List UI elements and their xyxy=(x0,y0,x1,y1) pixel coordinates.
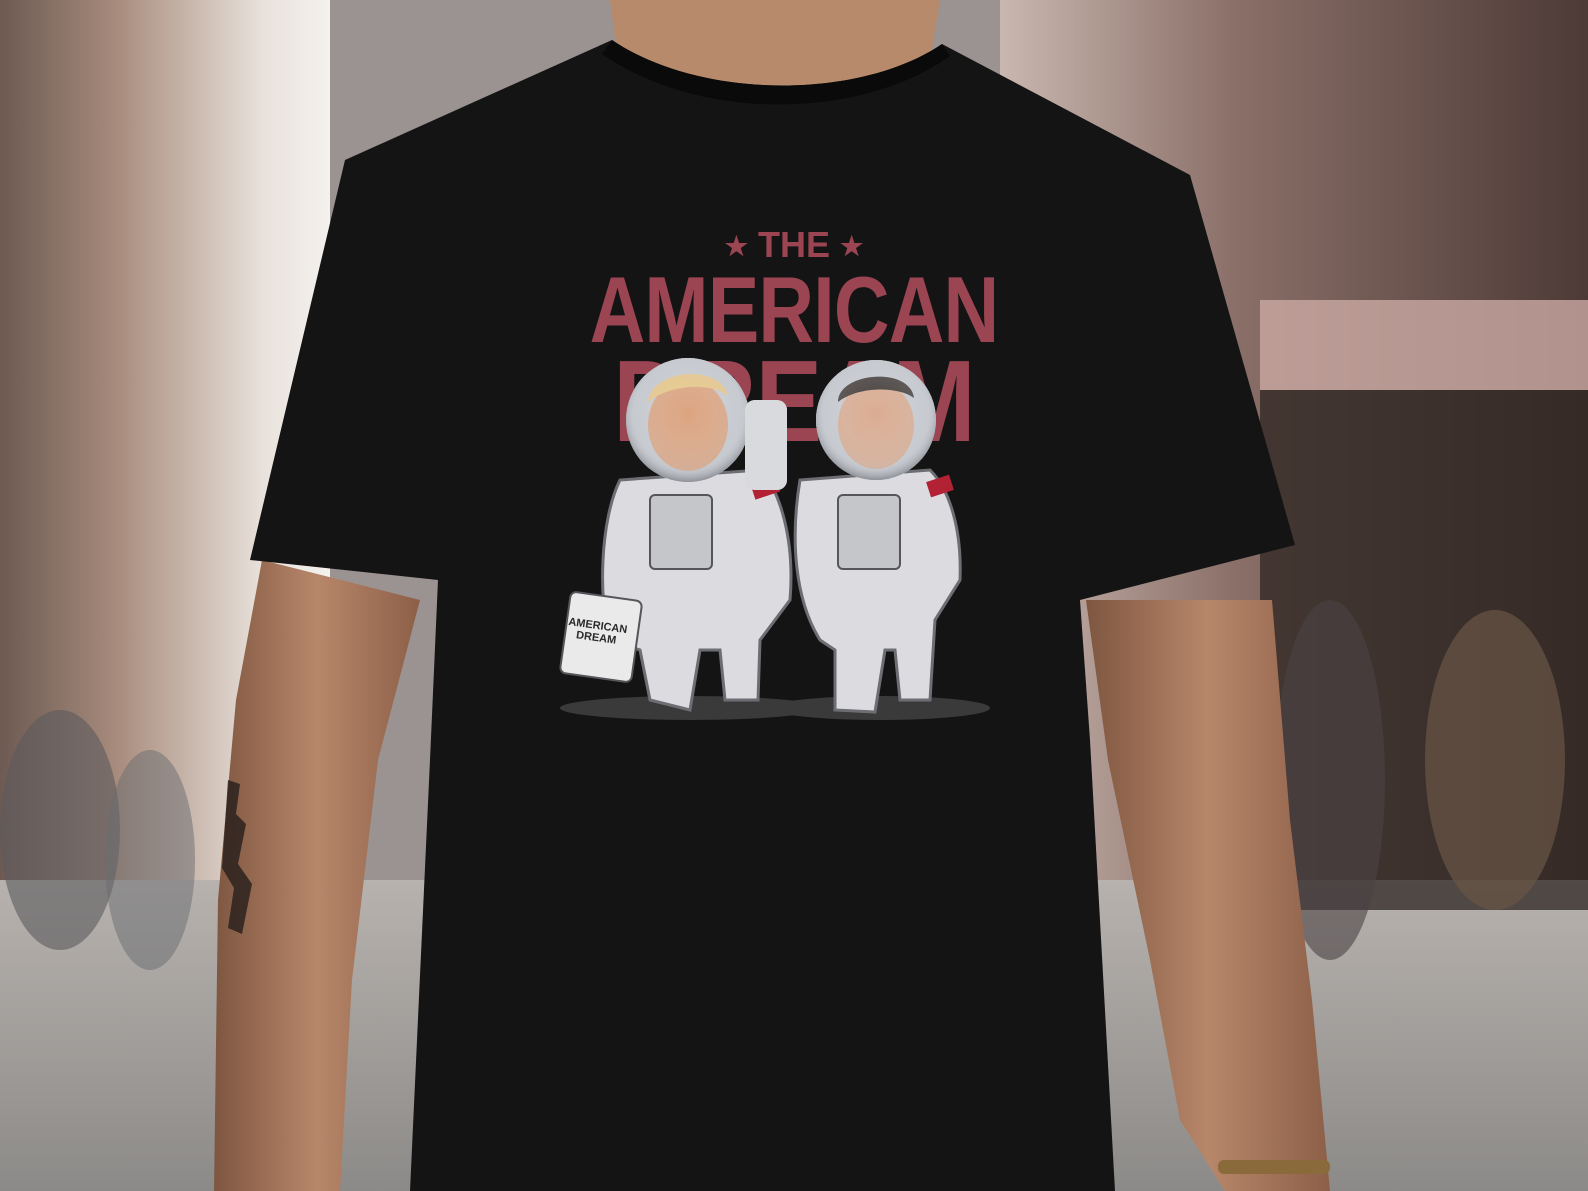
helmet-overlay xyxy=(626,358,936,490)
